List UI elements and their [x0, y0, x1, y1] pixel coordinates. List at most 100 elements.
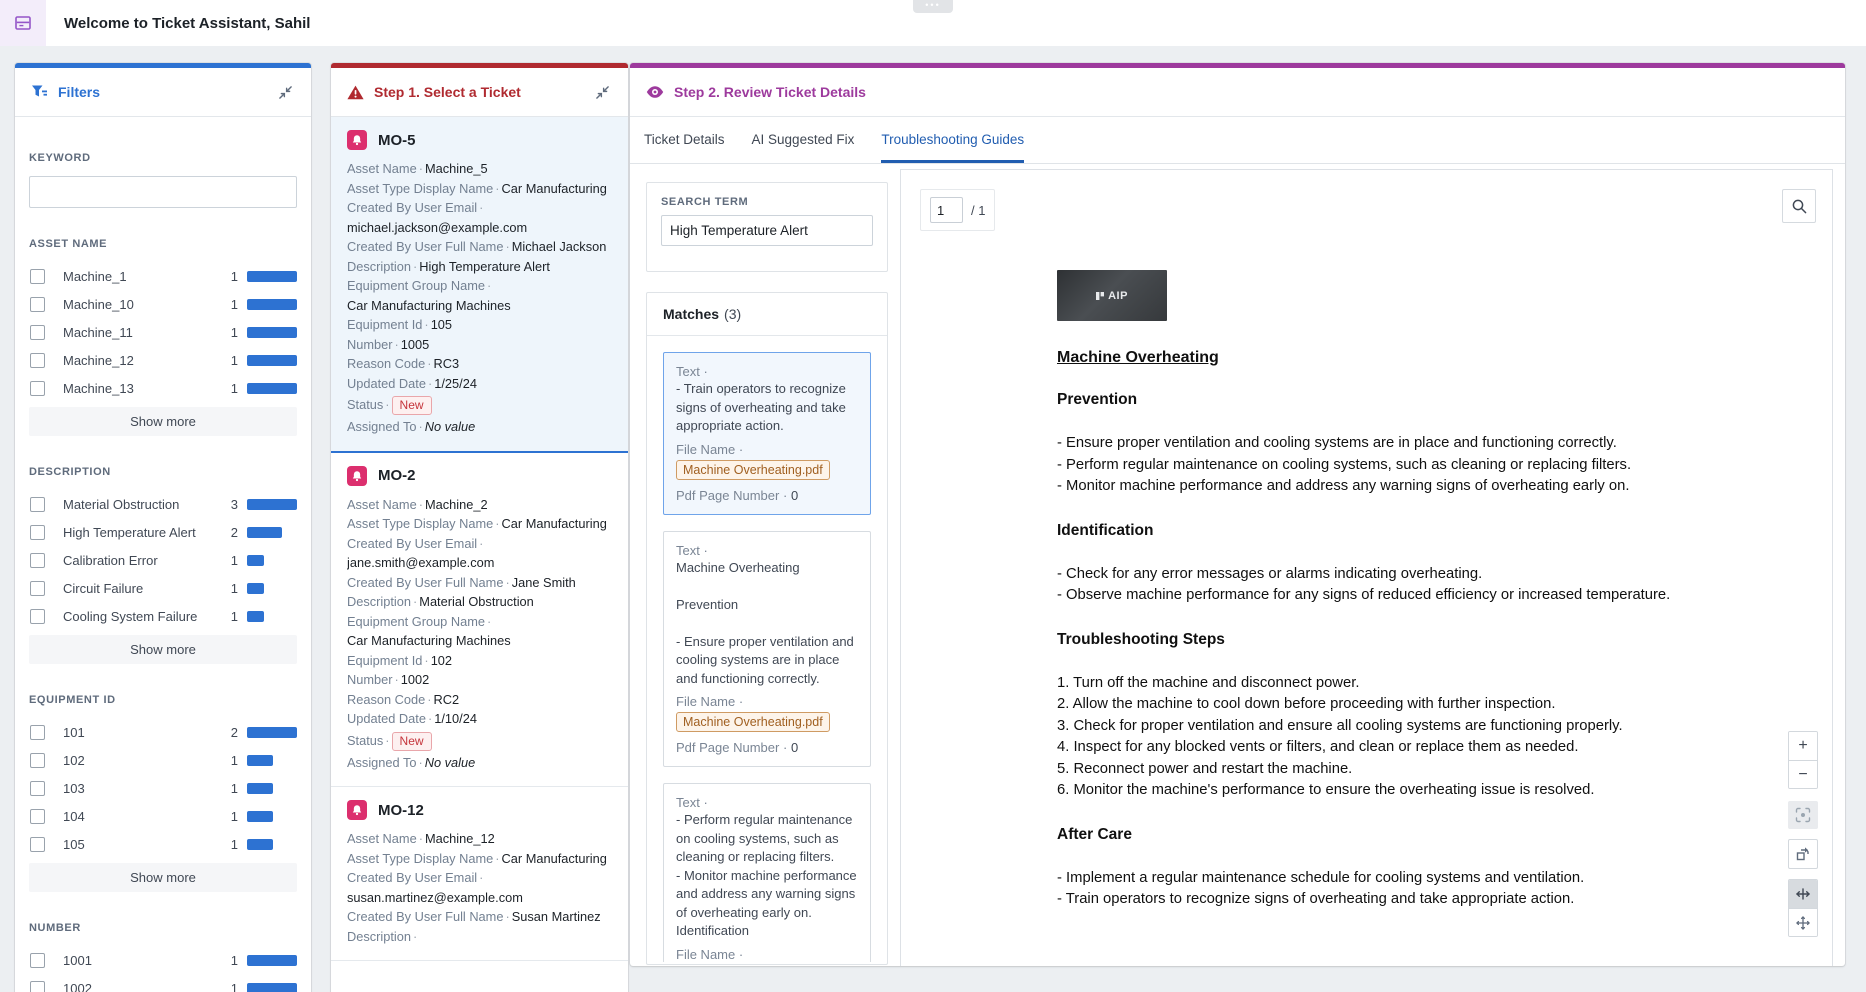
ticket-field: Created By User Email · susan.martinez@exa…: [347, 870, 523, 905]
filter-option[interactable]: Machine_12 1: [29, 346, 297, 374]
page-total: / 1: [971, 202, 986, 218]
facet-label: DESCRIPTION: [29, 466, 111, 478]
match-card[interactable]: Text · Machine Overheating Prevention - …: [663, 530, 871, 767]
facet-item-label: 105: [63, 836, 85, 852]
facet-bar: [247, 838, 273, 850]
fit-width-icon: [1796, 888, 1810, 900]
facet-item-count: 1: [230, 780, 238, 796]
filter-option[interactable]: 105 1: [29, 830, 297, 858]
page-number-input[interactable]: [930, 197, 963, 223]
drag-handle[interactable]: •••: [913, 0, 953, 13]
filters-title: Filters: [58, 84, 101, 100]
ticket-id: MO-5: [378, 131, 416, 149]
filter-option[interactable]: Calibration Error 1: [29, 546, 297, 574]
checkbox[interactable]: [30, 836, 45, 852]
ticket-id: MO-12: [378, 801, 424, 819]
match-card[interactable]: Text · - Train operators to recognize si…: [663, 352, 871, 515]
collapse-filters-button[interactable]: [275, 82, 295, 102]
checkbox[interactable]: [30, 808, 45, 824]
ticket-card-mo-5[interactable]: MO-5 Asset Name · Machine_5 Asset Type Dis…: [331, 117, 628, 453]
checkbox[interactable]: [30, 608, 45, 624]
show-more-button[interactable]: Show more: [29, 863, 297, 892]
checkbox[interactable]: [30, 752, 45, 768]
filter-option[interactable]: Machine_10 1: [29, 290, 297, 318]
checkbox[interactable]: [30, 324, 45, 340]
rotate-page-button[interactable]: [1788, 839, 1818, 869]
zoom-in-button[interactable]: +: [1789, 732, 1817, 760]
filter-option[interactable]: 1001 1: [29, 946, 297, 974]
checkbox[interactable]: [30, 580, 45, 596]
tab-ticket-details[interactable]: Ticket Details: [644, 117, 725, 163]
pdf-section-body: 1. Turn off the machine and disconnect p…: [1057, 674, 1623, 799]
filter-option[interactable]: High Temperature Alert 2: [29, 518, 297, 546]
checkbox[interactable]: [30, 980, 45, 992]
keyword-input[interactable]: [29, 176, 297, 208]
checkbox[interactable]: [30, 724, 45, 740]
filter-option[interactable]: Cooling System Failure 1: [29, 602, 297, 630]
file-name-tag[interactable]: Machine Overheating.pdf: [676, 712, 830, 732]
pdf-section-body: - Ensure proper ventilation and cooling …: [1057, 435, 1632, 494]
facet-bar: [247, 382, 297, 394]
ticket-field: Description ·: [347, 928, 418, 944]
zoom-to-fit-icon: [1795, 807, 1811, 823]
filter-option[interactable]: 101 2: [29, 718, 297, 746]
pdf-section-body: - Check for any error messages or alarms…: [1057, 565, 1671, 604]
pdf-section-heading: Troubleshooting Steps: [1057, 630, 1225, 648]
checkbox[interactable]: [30, 780, 45, 796]
search-term-input[interactable]: [661, 215, 873, 246]
pdf-search-button[interactable]: [1782, 189, 1816, 223]
app-icon-tile: [0, 0, 46, 46]
facet-bar: [247, 498, 297, 510]
show-more-button[interactable]: Show more: [29, 635, 297, 664]
filter-option[interactable]: Machine_11 1: [29, 318, 297, 346]
pdf-section-heading: After Care: [1057, 825, 1132, 843]
checkbox[interactable]: [30, 380, 45, 396]
match-card[interactable]: Text · - Perform regular maintenance on …: [663, 783, 871, 962]
facet-item-count: 1: [230, 580, 238, 596]
checkbox[interactable]: [30, 268, 45, 284]
facet-bar: [247, 982, 297, 992]
checkbox[interactable]: [30, 552, 45, 568]
filter-option[interactable]: 103 1: [29, 774, 297, 802]
facet-item-count: 1: [230, 752, 238, 768]
filters-panel: Filters KEYWORD ASSET NAME Machine_1 1 M…: [15, 63, 311, 992]
filter-option[interactable]: 1002 1: [29, 974, 297, 992]
tab-ai-suggested-fix[interactable]: AI Suggested Fix: [752, 117, 855, 163]
ticket-field: Equipment Id · 102: [347, 652, 453, 668]
checkbox[interactable]: [30, 496, 45, 512]
filter-option[interactable]: Machine_1 1: [29, 262, 297, 290]
file-name-tag[interactable]: Machine Overheating.pdf: [676, 459, 830, 480]
step1-title: Step 1. Select a Ticket: [374, 84, 521, 100]
checkbox[interactable]: [30, 524, 45, 540]
ticket-card-mo-12[interactable]: MO-12 Asset Name · Machine_12 Asset Type D…: [331, 787, 628, 961]
checkbox[interactable]: [30, 352, 45, 368]
pan-button[interactable]: [1789, 908, 1817, 936]
checkbox[interactable]: [30, 296, 45, 312]
facet-item-label: 103: [63, 780, 85, 796]
show-more-button[interactable]: Show more: [29, 407, 297, 436]
filter-option[interactable]: Machine_13 1: [29, 374, 297, 402]
bell-icon: [347, 800, 367, 820]
ticket-field: Equipment Group Name · Car Manufacturing M…: [347, 278, 511, 313]
facet-item-count: 1: [230, 552, 238, 568]
facet-item-count: 1: [230, 296, 238, 312]
facet-item-label: 101: [63, 724, 85, 740]
filter-option[interactable]: 104 1: [29, 802, 297, 830]
filter-option[interactable]: Circuit Failure 1: [29, 574, 297, 602]
zoom-to-fit-button[interactable]: [1788, 801, 1818, 829]
filter-option[interactable]: Material Obstruction 3: [29, 490, 297, 518]
rotate-page-icon: [1796, 847, 1809, 861]
pdf-page-content: AIP Machine Overheating Prevention - Ens…: [1057, 270, 1757, 911]
warning-triangle-icon: [347, 85, 364, 99]
zoom-out-button[interactable]: −: [1789, 760, 1817, 788]
detail-tabs: Ticket Details AI Suggested Fix Troubles…: [630, 117, 1845, 164]
fit-width-button[interactable]: [1789, 880, 1817, 908]
collapse-step1-button[interactable]: [592, 82, 612, 102]
ticket-field: Equipment Id · 105: [347, 317, 453, 332]
checkbox[interactable]: [30, 952, 45, 968]
facet-item-label: 1001: [63, 952, 92, 968]
tab-troubleshooting-guides[interactable]: Troubleshooting Guides: [881, 117, 1025, 163]
filter-option[interactable]: 102 1: [29, 746, 297, 774]
ticket-card-mo-2[interactable]: MO-2 Asset Name · Machine_2 Asset Type Dis…: [331, 453, 628, 787]
ticket-id: MO-2: [378, 467, 416, 484]
